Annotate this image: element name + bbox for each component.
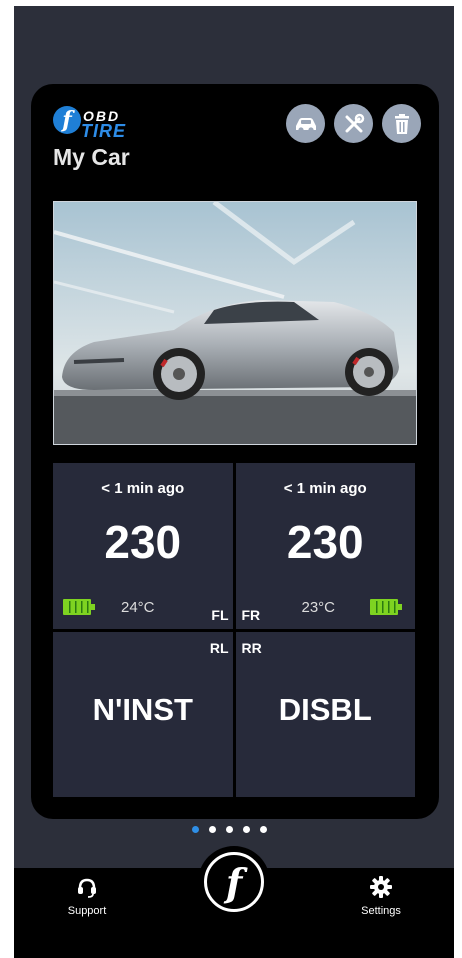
logo-icon: f <box>204 852 264 912</box>
car-photo <box>53 201 417 445</box>
tire-temperature: 24°C <box>121 599 155 616</box>
brand-logo: f OBD TIRE <box>53 106 148 142</box>
tire-front-right[interactable]: < 1 min ago 230 FR 23°C <box>235 463 415 629</box>
nav-settings[interactable]: Settings <box>336 876 426 917</box>
tire-status: DISBL <box>278 691 372 727</box>
tools-button[interactable] <box>334 104 373 143</box>
tire-rear-right[interactable]: RR DISBL <box>235 631 415 797</box>
page-dot-active[interactable] <box>192 826 199 833</box>
tire-rear-left[interactable]: RL N'INST <box>53 631 233 797</box>
headset-icon <box>78 878 96 898</box>
trash-icon <box>394 113 409 134</box>
tire-position-label: RL <box>209 639 229 656</box>
tire-front-left[interactable]: < 1 min ago 230 24°C FL <box>53 463 233 629</box>
tire-pressure: 230 <box>104 516 182 568</box>
delete-button[interactable] <box>382 104 421 143</box>
tire-position-label: FR <box>241 606 261 623</box>
home-button[interactable]: f <box>198 846 270 918</box>
nav-settings-label: Settings <box>361 905 401 917</box>
car-settings-button[interactable] <box>286 104 325 143</box>
tire-position-label: RR <box>241 639 262 656</box>
tire-grid: < 1 min ago 230 24°C FL < 1 min ago 230 … <box>53 463 415 797</box>
battery-full-icon <box>369 599 402 615</box>
bottom-nav: Support f Settings <box>14 846 454 958</box>
tire-status: N'INST <box>92 691 193 727</box>
gear-icon <box>370 876 392 898</box>
tire-temperature: 23°C <box>301 599 336 616</box>
battery-full-icon <box>63 599 95 615</box>
page-indicator <box>192 826 267 833</box>
tire-pressure: 230 <box>286 516 364 568</box>
nav-support-label: Support <box>67 905 107 917</box>
tools-icon <box>345 113 364 132</box>
tire-position-label: FL <box>211 606 229 623</box>
last-update: < 1 min ago <box>283 480 367 497</box>
card-actions <box>286 104 421 143</box>
car-name: My Car <box>53 144 130 170</box>
page-dot[interactable] <box>226 826 233 833</box>
last-update: < 1 min ago <box>101 480 185 497</box>
car-settings-icon <box>295 117 316 133</box>
vehicle-card: f OBD TIRE My Car < 1 min ago 230 24°C F… <box>31 84 439 819</box>
page-dot[interactable] <box>243 826 250 833</box>
page-dot[interactable] <box>209 826 216 833</box>
nav-support[interactable]: Support <box>42 876 132 917</box>
app-screen: f OBD TIRE My Car < 1 min ago 230 24°C F… <box>14 6 454 958</box>
logo-text-bottom: TIRE <box>81 121 127 141</box>
logo-mark: f <box>53 106 81 134</box>
page-dot[interactable] <box>260 826 267 833</box>
